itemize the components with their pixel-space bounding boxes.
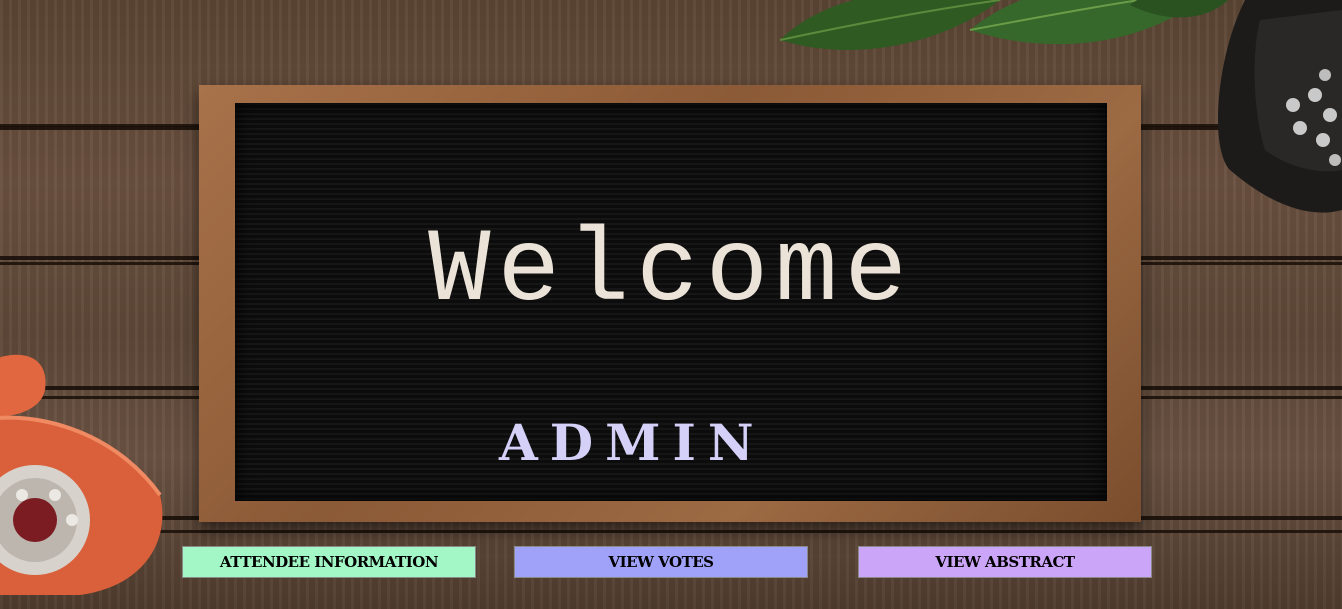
letter-board-frame: Welcome ADMIN (199, 85, 1141, 522)
plank-seam (0, 530, 1342, 533)
rotary-phone (0, 354, 163, 595)
admin-role-label: ADMIN (499, 413, 766, 472)
welcome-heading: Welcome (428, 213, 914, 331)
wood-table-background: Welcome ADMIN ATTENDEE INFORMATION VIEW … (0, 0, 1342, 609)
view-abstract-button[interactable]: VIEW ABSTRACT (858, 546, 1152, 578)
plant-leaves (779, 0, 1228, 50)
letter-board: Welcome ADMIN (235, 103, 1107, 501)
view-votes-button[interactable]: VIEW VOTES (514, 546, 808, 578)
attendee-information-button[interactable]: ATTENDEE INFORMATION (182, 546, 476, 578)
typewriter (1218, 0, 1342, 213)
